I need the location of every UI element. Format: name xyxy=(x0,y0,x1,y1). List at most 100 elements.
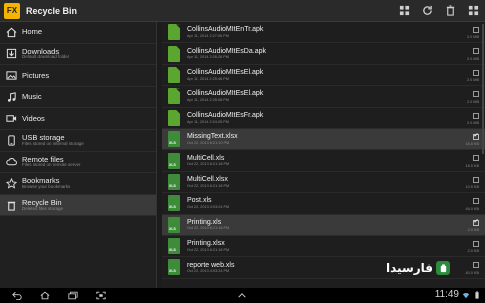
file-size: 18.5 KB xyxy=(465,163,479,168)
file-date: Oct 22, 2013 4:03:24 PM xyxy=(187,205,230,210)
action-bar-actions xyxy=(397,3,481,18)
screenshot-button[interactable] xyxy=(94,290,108,301)
list-item[interactable]: CollinsAudioMItEsDa.apk Apr 11, 2014 2:26… xyxy=(162,43,485,65)
file-date: Oct 22, 2013 4:03:24 PM xyxy=(187,269,230,274)
screen: FX Recycle Bin Home Downloads Default do… xyxy=(0,0,485,303)
file-date: Oct 22, 2013 6:21:18 PM xyxy=(187,183,230,188)
spreadsheet-file-icon: XLS xyxy=(168,131,180,148)
apk-file-icon xyxy=(168,66,180,83)
list-item[interactable]: XLS MissingText.xlsx Oct 22, 2013 6:21:10… xyxy=(162,128,485,151)
file-date: Apr 11, 2014 2:27:06 PM xyxy=(187,33,229,38)
app-logo[interactable]: FX xyxy=(4,2,20,19)
app-tray-button[interactable] xyxy=(235,290,249,301)
sidebar-item-usb-storage[interactable]: USB storage Files stored on internal sto… xyxy=(0,130,156,152)
sidebar-item-bookmarks[interactable]: Bookmarks Browse your bookmarks xyxy=(0,173,156,195)
view-mode-button[interactable] xyxy=(466,3,481,18)
sidebar-item-videos[interactable]: Videos xyxy=(0,108,156,130)
file-date: Apr 11, 2014 2:26:26 PM xyxy=(187,55,229,60)
file-checkbox[interactable] xyxy=(473,218,479,226)
file-date: Oct 22, 2013 6:21:10 PM xyxy=(187,140,230,145)
file-size: 16.5 KB xyxy=(465,142,479,147)
list-item[interactable]: XLS MultiCell.xlsx Oct 22, 2013 6:21:18 P… xyxy=(162,172,485,194)
apk-file-icon xyxy=(168,24,180,41)
sidebar-item-recycle-bin[interactable]: Recycle Bin Deleted files storage xyxy=(0,194,156,217)
file-name: CollinsAudioMItEsEl.apk xyxy=(187,90,264,98)
list-item[interactable]: XLS Printing.xlsx Oct 22, 2013 6:21:18 PM… xyxy=(162,236,485,258)
file-checkbox[interactable] xyxy=(473,155,479,162)
list-item[interactable]: CollinsAudioMItEnTr.apk Apr 11, 2014 2:27… xyxy=(162,22,485,44)
file-size: 2.0 KB xyxy=(467,249,479,254)
file-checkbox[interactable] xyxy=(473,112,479,119)
refresh-icon xyxy=(423,5,432,15)
sidebar-item-subtitle: Deleted files storage xyxy=(22,205,64,211)
apk-file-icon xyxy=(168,45,180,62)
watermark-logo-icon xyxy=(436,261,451,275)
home-icon xyxy=(40,291,50,300)
file-name: MissingText.xlsx xyxy=(187,133,238,141)
list-item[interactable]: CollinsAudioMItEsEl.apk Apr 11, 2014 2:25… xyxy=(162,65,485,87)
spreadsheet-file-icon: XLS xyxy=(168,173,180,190)
file-checkbox[interactable] xyxy=(473,91,479,98)
file-size: 2.0 MB xyxy=(466,56,479,61)
sidebar: Home Downloads Default download folder P… xyxy=(0,22,157,288)
sidebar-item-home[interactable]: Home xyxy=(0,22,156,44)
spreadsheet-file-icon: XLS xyxy=(168,216,180,233)
file-name: Post.xls xyxy=(187,197,212,205)
screenshot-icon xyxy=(96,291,106,300)
phone-icon xyxy=(7,135,15,146)
file-checkbox[interactable] xyxy=(473,69,479,76)
grid-view-icon xyxy=(468,5,479,16)
list-item[interactable]: XLS Post.xls Oct 22, 2013 4:03:24 PM 46.0… xyxy=(162,193,485,215)
file-checkbox[interactable] xyxy=(473,240,479,247)
cloud-icon xyxy=(5,158,17,166)
recent-apps-icon xyxy=(68,291,78,300)
back-icon xyxy=(12,291,22,300)
watermark: فارسیدا xyxy=(386,258,451,278)
list-item[interactable]: XLS MultiCell.xls Oct 22, 2013 6:21:18 PM… xyxy=(162,150,485,172)
delete-button[interactable] xyxy=(443,3,458,18)
sidebar-item-remote-files[interactable]: Remote files Files stored on remote serv… xyxy=(0,152,156,174)
sidebar-item-music[interactable]: Music xyxy=(0,87,156,109)
file-size: 40.0 KB xyxy=(465,270,479,275)
file-checkbox[interactable] xyxy=(473,48,479,55)
home-button[interactable] xyxy=(38,290,52,301)
file-checkbox[interactable] xyxy=(473,262,479,269)
scrollbar[interactable] xyxy=(482,24,484,154)
file-name: CollinsAudioMItEsDa.apk xyxy=(187,47,266,55)
file-size: 2.0 MB xyxy=(466,99,479,104)
status-clock: 11:49 xyxy=(434,289,459,300)
file-size: 10.5 KB xyxy=(465,185,479,190)
back-button[interactable] xyxy=(10,290,24,301)
sidebar-item-pictures[interactable]: Pictures xyxy=(0,65,156,87)
file-checkbox[interactable] xyxy=(473,27,479,33)
spreadsheet-file-icon: XLS xyxy=(168,238,180,255)
apk-file-icon xyxy=(168,88,180,105)
file-name: CollinsAudioMItEsFr.apk xyxy=(187,111,264,119)
file-checkbox[interactable] xyxy=(473,198,479,205)
list-item[interactable]: CollinsAudioMItEsEl.apk Apr 11, 2014 2:25… xyxy=(162,86,485,108)
file-date: Apr 11, 2014 2:24:26 PM xyxy=(187,119,229,124)
select-all-button[interactable] xyxy=(397,3,412,18)
sidebar-item-subtitle: Files stored on internal storage xyxy=(22,140,84,146)
sidebar-item-downloads[interactable]: Downloads Default download folder xyxy=(0,44,156,66)
restore-button[interactable] xyxy=(420,3,435,18)
file-list[interactable]: CollinsAudioMItEnTr.apk Apr 11, 2014 2:27… xyxy=(162,22,485,288)
file-name: CollinsAudioMItEnTr.apk xyxy=(187,26,264,34)
file-size: 2.0 MB xyxy=(466,78,479,83)
spreadsheet-file-icon: XLS xyxy=(168,195,180,212)
file-checkbox[interactable] xyxy=(473,176,479,183)
sidebar-item-subtitle: Browse your bookmarks xyxy=(22,184,71,190)
list-item[interactable]: XLS Printing.xls Oct 22, 2013 6:21:18 PM … xyxy=(162,214,485,236)
recent-apps-button[interactable] xyxy=(66,290,80,301)
file-size: 2.0 MB xyxy=(466,120,479,125)
spreadsheet-file-icon: XLS xyxy=(168,152,180,169)
battery-icon xyxy=(475,290,479,299)
file-name: MultiCell.xlsx xyxy=(187,176,228,183)
file-name: Printing.xlsx xyxy=(187,240,225,248)
file-size: 2.0 KB xyxy=(467,227,479,232)
grid-select-icon xyxy=(399,5,410,16)
sidebar-item-label: Videos xyxy=(22,113,45,123)
file-checkbox[interactable] xyxy=(473,132,479,140)
file-date: Oct 22, 2013 6:21:18 PM xyxy=(187,226,230,231)
list-item[interactable]: CollinsAudioMItEsFr.apk Apr 11, 2014 2:24… xyxy=(162,108,485,129)
